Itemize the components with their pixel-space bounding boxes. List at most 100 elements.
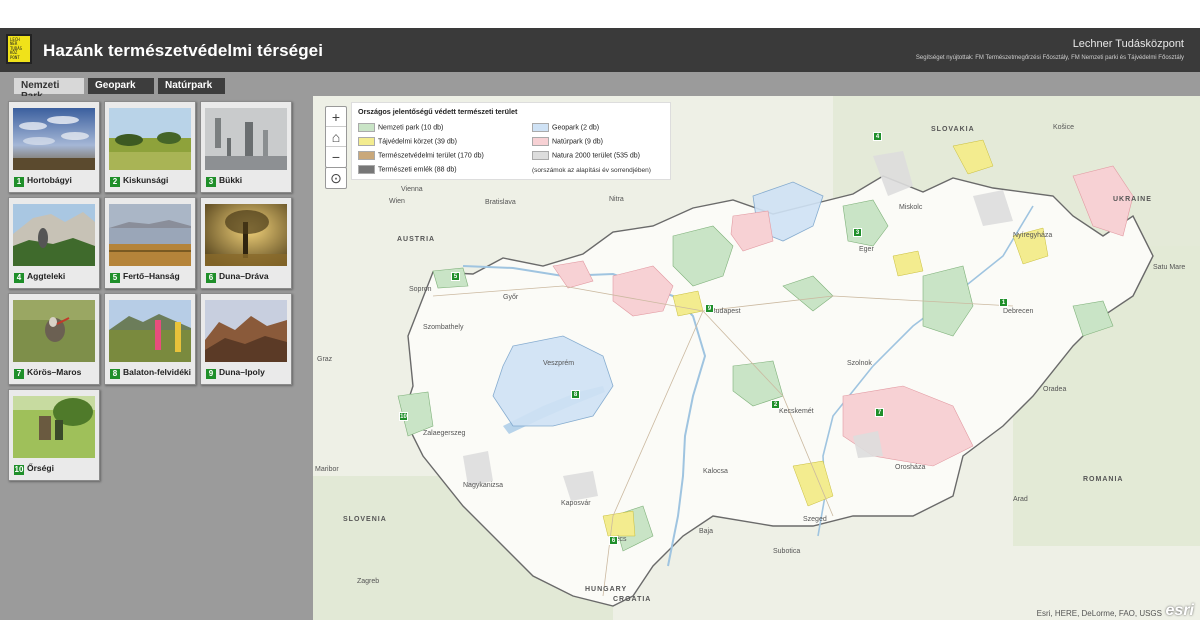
park-card-koros-maros[interactable]: 7 Körös–Maros: [8, 293, 100, 385]
place-label: Budapest: [711, 308, 741, 315]
park-marker-5[interactable]: 5: [451, 272, 460, 281]
place-label: Szolnok: [847, 360, 872, 367]
park-card-ferto-hansag[interactable]: 5 Fertő–Hanság: [104, 197, 196, 289]
park-marker-4[interactable]: 4: [873, 132, 882, 141]
park-marker-3[interactable]: 3: [853, 228, 862, 237]
home-button[interactable]: ⌂: [326, 127, 346, 147]
tab-geopark[interactable]: Geopark: [88, 78, 154, 94]
country-label: SLOVENIA: [343, 516, 387, 523]
legend-swatch: [532, 137, 549, 146]
park-marker-1[interactable]: 1: [999, 298, 1008, 307]
park-card-balaton-felvideki[interactable]: 8 Balaton-felvidéki: [104, 293, 196, 385]
place-label: Košice: [1053, 124, 1075, 131]
legend-item: Nemzeti park (10 db): [358, 123, 443, 132]
logo[interactable]: LECH NER TUDÁS KÖZ PONT: [6, 34, 32, 64]
place-label: Oradea: [1043, 386, 1067, 393]
zoom-in-button[interactable]: +: [326, 107, 346, 127]
legend-item: Természetvédelmi terület (170 db): [358, 151, 484, 160]
park-label: Hortobágyi: [27, 175, 72, 185]
park-marker-8[interactable]: 8: [571, 390, 580, 399]
map-attribution: Esri, HERE, DeLorme, FAO, USGS: [1036, 609, 1162, 618]
organization-name: Lechner Tudásközpont: [1072, 38, 1184, 50]
park-photo: [205, 300, 287, 362]
country-label: ROMANIA: [1083, 476, 1124, 483]
tab-naturpark[interactable]: Natúrpark: [158, 78, 225, 94]
park-number: 8: [110, 369, 120, 379]
park-marker-6[interactable]: 6: [609, 536, 618, 545]
place-label: Kalocsa: [703, 468, 728, 475]
place-label: Subotica: [773, 548, 801, 555]
park-label: Kiskunsági: [123, 175, 169, 185]
place-label: Szombathely: [423, 324, 464, 331]
place-label: Zalaegerszeg: [423, 430, 466, 437]
park-number: 5: [110, 273, 120, 283]
legend-swatch: [358, 165, 375, 174]
park-card-kiskunsagi[interactable]: 2 Kiskunsági: [104, 101, 196, 193]
place-label: Kaposvár: [561, 500, 591, 507]
country-label: HUNGARY: [585, 586, 628, 593]
park-marker-10[interactable]: 10: [399, 412, 408, 421]
place-label: Veszprém: [543, 360, 575, 367]
place-label: Zagreb: [357, 578, 380, 585]
country-label: CROATIA: [613, 596, 652, 603]
park-label: Aggteleki: [27, 271, 66, 281]
place-label: Satu Mare: [1153, 264, 1186, 271]
park-number: 2: [110, 177, 120, 187]
legend-title: Országos jelentőségű védett természeti t…: [358, 107, 518, 116]
locate-button[interactable]: ⊙: [325, 167, 347, 189]
app-header: LECH NER TUDÁS KÖZ PONT Hazánk természet…: [0, 28, 1200, 72]
park-photo: [109, 204, 191, 266]
legend-swatch: [358, 123, 375, 132]
zoom-controls: + ⌂ −: [325, 106, 347, 168]
park-number: 9: [206, 369, 216, 379]
park-photo: [205, 204, 287, 266]
park-card-duna-ipoly[interactable]: 9 Duna–Ipoly: [200, 293, 292, 385]
park-number: 1: [14, 177, 24, 187]
legend-swatch: [532, 123, 549, 132]
park-marker-9[interactable]: 9: [705, 304, 714, 313]
place-label: Graz: [317, 356, 333, 363]
place-label: Orosháza: [895, 464, 926, 471]
map-legend: Országos jelentőségű védett természeti t…: [351, 102, 671, 180]
park-card-hortobagyi[interactable]: 1 Hortobágyi: [8, 101, 100, 193]
park-photo: [205, 108, 287, 170]
park-card-orsegi[interactable]: 10 Őrségi: [8, 389, 100, 481]
place-label: Sopron: [409, 286, 432, 293]
esri-logo: esri: [1165, 602, 1194, 619]
park-number: 3: [206, 177, 216, 187]
zoom-out-button[interactable]: −: [326, 147, 346, 167]
place-label: Miskolc: [899, 204, 923, 211]
park-photo: [109, 300, 191, 362]
place-label: Kecskemét: [779, 408, 814, 415]
park-label: Bükki: [219, 175, 243, 185]
place-label: Wien: [389, 198, 405, 205]
place-label: Szeged: [803, 516, 827, 523]
place-label: Debrecen: [1003, 308, 1034, 315]
park-card-aggteleki[interactable]: 4 Aggteleki: [8, 197, 100, 289]
park-card-duna-drava[interactable]: 6 Duna–Dráva: [200, 197, 292, 289]
map-view[interactable]: + ⌂ − ⊙ Országos jelentőségű védett term…: [313, 96, 1200, 620]
legend-item: Natura 2000 terület (535 db): [532, 151, 640, 160]
park-marker-2[interactable]: 2: [771, 400, 780, 409]
park-label: Duna–Ipoly: [219, 367, 265, 377]
place-label: Győr: [503, 294, 519, 301]
tab-bar: Nemzeti Park Geopark Natúrpark: [0, 72, 1200, 102]
park-photo: [13, 300, 95, 362]
legend-item: Natúrpark (9 db): [532, 137, 603, 146]
legend-swatch: [358, 151, 375, 160]
park-card-bukki[interactable]: 3 Bükki: [200, 101, 292, 193]
place-label: Baja: [699, 528, 714, 535]
park-marker-7[interactable]: 7: [875, 408, 884, 417]
tab-nemzeti-park[interactable]: Nemzeti Park: [14, 78, 84, 102]
park-label: Duna–Dráva: [219, 271, 269, 281]
park-number: 7: [14, 369, 24, 379]
legend-swatch: [358, 137, 375, 146]
place-label: Nagykanizsa: [463, 482, 504, 489]
park-photo: [13, 108, 95, 170]
page-title: Hazánk természetvédelmi térségei: [43, 41, 324, 60]
top-margin: [0, 0, 1200, 28]
place-label: Nitra: [609, 196, 624, 203]
place-label: Maribor: [315, 466, 339, 473]
country-label: UKRAINE: [1113, 196, 1152, 203]
park-number: 6: [206, 273, 216, 283]
